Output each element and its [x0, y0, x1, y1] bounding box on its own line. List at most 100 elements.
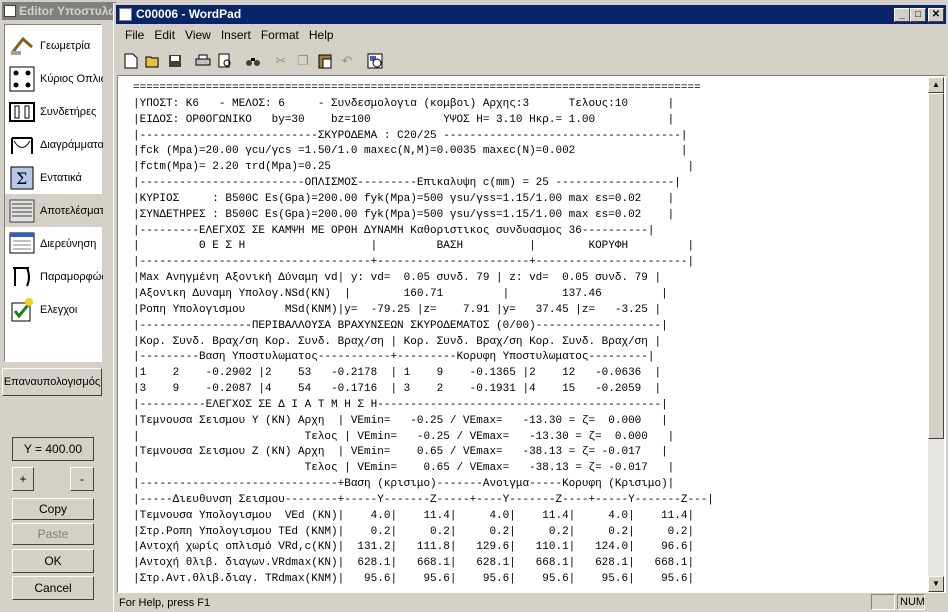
undo-icon[interactable]: ↶ [336, 50, 358, 72]
num-indicator: NUM [897, 594, 925, 610]
wordpad-window: C00006 - WordPad _ □ ✕ File Edit View In… [113, 3, 948, 612]
document-line: |----------ΕΛΕΓΧΟΣ ΣΕ Δ Ι Α Τ Μ Η Σ Η---… [133, 398, 668, 411]
tool-stirrups[interactable]: Συνδετήρες [5, 95, 103, 128]
tool-label: Παραμορφώς [40, 270, 103, 283]
menu-file[interactable]: File [120, 28, 149, 42]
document-line: |ΣΥΝΔΕΤΗΡΕΣ : B500C Es(Gpa)=200.00 fyk(M… [133, 208, 675, 221]
wordpad-title-bar[interactable]: C00006 - WordPad _ □ ✕ [116, 5, 946, 24]
document-line: |ΕΙΔΟΣ: ΟΡΘΟΓΩΝΙΚΟ by=30 bz=100 ΥΨΟΣ Η= … [133, 113, 675, 126]
copy-button[interactable]: Copy [12, 498, 94, 520]
copy-icon[interactable]: ❐ [292, 50, 314, 72]
results-icon [8, 197, 36, 225]
print-icon[interactable] [192, 50, 214, 72]
editor-title-bar[interactable]: Editor Υποστυλω [2, 2, 116, 20]
tool-internal-forces[interactable]: Σ Εντατικά [5, 161, 103, 194]
diagrams-icon [8, 131, 36, 159]
scroll-down-icon[interactable]: ▼ [928, 576, 944, 592]
y-value-field[interactable]: Y = 400.00 [12, 437, 94, 461]
tool-investigation[interactable]: Διερεύνηση [5, 227, 103, 260]
menu-help[interactable]: Help [304, 28, 339, 42]
vertical-scrollbar[interactable]: ▲ ▼ [928, 77, 944, 592]
tool-label: Γεωμετρία [40, 39, 91, 52]
document-line: | Θ Ε Σ Η | ΒΑΣΗ | ΚΟΡΥΦΗ | [133, 240, 695, 253]
tool-checks[interactable]: Ελεγχοι [5, 293, 103, 326]
document-line: |3 9 -0.2087 |4 54 -0.1716 | 3 2 -0.1931… [133, 383, 662, 396]
status-bar: For Help, press F1 NUM [116, 593, 946, 612]
editor-window: Editor Υποστυλω Γεωμετρία Κύριος Οπλισ Σ… [0, 0, 116, 612]
main-rebar-icon [8, 65, 36, 93]
save-icon[interactable] [164, 50, 186, 72]
maximize-button[interactable]: □ [910, 8, 926, 22]
geometry-icon [8, 32, 36, 60]
menu-edit[interactable]: Edit [149, 28, 180, 42]
document-line: |---------ΕΛΕΓΧΟΣ ΣΕ ΚΑΜΨΗ ΜΕ ΟΡΘΗ ΔΥΝΑΜ… [133, 224, 655, 237]
tool-label: Συνδετήρες [40, 105, 97, 118]
insert-datetime-icon[interactable] [364, 50, 386, 72]
recalculate-button[interactable]: Επαναυπολογισμός [2, 368, 102, 396]
find-icon[interactable] [242, 50, 264, 72]
document-line: |Στρ.Ροπη Υπολογισμου TEd (KNM)| 0.2| 0.… [133, 525, 695, 538]
tool-geometry[interactable]: Γεωμετρία [5, 29, 103, 62]
document-line: |---------------------------ΣΚΥΡΟΔΕΜΑ : … [133, 129, 688, 142]
document-line: |---------Βαση Υποστυλωματος-----------+… [133, 351, 655, 364]
document-line: |Αξονικη Δυναμη Υπολογ.NSd(KN) | 160.71 … [133, 287, 668, 300]
tool-deformations[interactable]: Παραμορφώς [5, 260, 103, 293]
document-line: |Στρ.Αντ.θλιβ.διαγ. TRdmax(KNM)| 95.6| 9… [133, 573, 695, 586]
document-line: |ΚΥΡΙΟΣ : B500C Es(Gpa)=200.00 fyk(Mpa)=… [133, 192, 675, 205]
document-line: |Τεμνουσα Σεισμου Z (KN) Αρχη | VEmin= 0… [133, 446, 668, 459]
plus-button[interactable]: + [12, 467, 34, 491]
document-line: |Κορ. Συνδ. Βραχ/ση Κορ. Συνδ. Βραχ/ση |… [133, 335, 662, 348]
cancel-button[interactable]: Cancel [12, 576, 94, 600]
tool-label: Ελεγχοι [40, 303, 78, 316]
document-line: |fck (Mpa)=20.00 γcu/γcs =1.50/1.0 maxεc… [133, 145, 688, 158]
ok-button[interactable]: OK [12, 549, 94, 573]
tool-diagrams[interactable]: Διαγράμματα [5, 128, 103, 161]
menu-insert[interactable]: Insert [216, 28, 256, 42]
tool-label: Εντατικά [40, 171, 82, 184]
document-line: |-------------------------ΟΠΛΙΣΜΟΣ------… [133, 177, 681, 190]
menu-view[interactable]: View [180, 28, 216, 42]
deformation-icon [8, 263, 36, 291]
document-area[interactable]: ========================================… [117, 75, 946, 593]
tool-label: Διερεύνηση [40, 237, 97, 250]
checks-icon [8, 296, 36, 324]
document-line: |-----------------ΠΕΡΙΒΑΛΛΟΥΣΑ ΒΡΑΧΥΝΣΕΩ… [133, 319, 668, 332]
document-line: |1 2 -0.2902 |2 53 -0.2178 | 1 9 -0.1365… [133, 367, 662, 380]
document-line: |Ροπη Υπολογισμου MSd(KNM)|y= -79.25 |z=… [133, 303, 662, 316]
menu-format[interactable]: Format [256, 28, 304, 42]
tool-results[interactable]: Αποτελέσματ [5, 194, 103, 227]
document-text[interactable]: ========================================… [133, 81, 923, 591]
open-icon[interactable] [142, 50, 164, 72]
app-icon [4, 5, 16, 17]
scroll-up-icon[interactable]: ▲ [928, 77, 944, 93]
document-line: |Max Ανηγμένη Αξονική Δύναμη vd| y: vd= … [133, 272, 662, 285]
document-line: |fctm(Mpa)= 2.20 τrd(Mpa)=0.25 | [133, 161, 695, 174]
tool-main-rebar[interactable]: Κύριος Οπλισ [5, 62, 103, 95]
document-line: |-----Διευθυνση Σεισμου--------+-----Y--… [133, 493, 714, 506]
stirrups-icon [8, 98, 36, 126]
paste-button[interactable]: Paste [12, 523, 94, 545]
close-button[interactable]: ✕ [928, 8, 944, 22]
investigation-icon [8, 230, 36, 258]
status-text: For Help, press F1 [119, 596, 211, 609]
tool-label: Αποτελέσματ [40, 204, 103, 217]
minimize-button[interactable]: _ [894, 8, 910, 22]
document-line: |Αντοχή χωρίς οπλισμό VRd,c(KN)| 131.2| … [133, 541, 695, 554]
scroll-thumb[interactable] [928, 93, 944, 439]
document-line: |ΥΠΟΣΤ: Κ6 - ΜΕΛΟΣ: 6 - Συνδεσμολογια (κ… [133, 97, 675, 110]
cut-icon[interactable]: ✂ [270, 50, 292, 72]
wordpad-icon [119, 8, 132, 21]
minus-button[interactable]: - [70, 467, 94, 491]
menu-bar: File Edit View Insert Format Help [116, 25, 946, 45]
document-line: ========================================… [133, 82, 701, 94]
document-line: |------------------------------+Βαση (κρ… [133, 478, 675, 491]
editor-title: Editor Υποστυλω [19, 4, 116, 18]
editor-toolbox: Γεωμετρία Κύριος Οπλισ Συνδετήρες Διαγρά… [4, 24, 103, 362]
tool-label: Διαγράμματα [40, 138, 103, 151]
print-preview-icon[interactable] [214, 50, 236, 72]
document-line: |Αντοχή θλιβ. διαγων.VRdmax(KN)| 628.1| … [133, 557, 695, 570]
paste-icon[interactable] [314, 50, 336, 72]
sum-icon: Σ [8, 164, 36, 192]
wordpad-title: C00006 - WordPad [136, 7, 242, 21]
new-icon[interactable] [120, 50, 142, 72]
